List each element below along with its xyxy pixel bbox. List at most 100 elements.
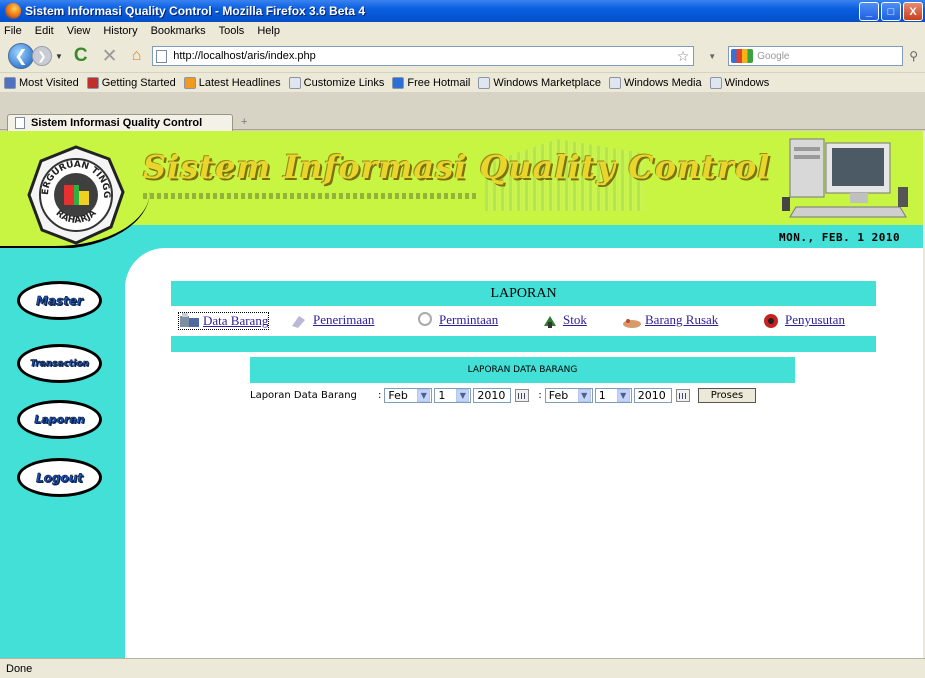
menu-view[interactable]: View [67, 25, 91, 37]
search-icon[interactable]: ⚲ [909, 49, 918, 63]
home-icon[interactable]: ⌂ [132, 47, 142, 65]
status-bar: Done [0, 658, 925, 678]
bookmark-item[interactable]: Latest Headlines [183, 76, 281, 89]
url-bar[interactable]: http://localhost/aris/index.php ☆ [152, 46, 695, 66]
link-penyusutan[interactable]: Penyusutan [761, 312, 845, 328]
stok-icon [544, 316, 556, 328]
status-text: Done [6, 662, 33, 675]
bookmark-item[interactable]: Customize Links [288, 76, 385, 89]
sidebar-logout-button[interactable]: Logout [17, 458, 102, 497]
web-page: PERGURUAN TINGGI RAHARJA Sistem Informas… [0, 131, 925, 658]
chevron-down-icon[interactable]: ▼ [417, 388, 431, 402]
to-year-input[interactable]: 2010 [633, 387, 672, 403]
from-calendar-icon[interactable] [515, 388, 530, 402]
bookmark-label: Latest Headlines [198, 76, 281, 89]
bookmark-label: Free Hotmail [407, 76, 471, 89]
menu-history[interactable]: History [103, 25, 137, 37]
from-day-select[interactable]: 1 ▼ [434, 387, 472, 403]
bookmark-icon [288, 76, 301, 89]
bookmark-label: Windows Marketplace [493, 76, 601, 89]
stop-icon[interactable]: ✕ [102, 45, 118, 68]
link-permintaan[interactable]: Permintaan [415, 312, 498, 328]
window-title: Sistem Informasi Quality Control - Mozil… [25, 4, 366, 18]
permintaan-icon [418, 312, 432, 326]
report-filter-row: Laporan Data Barang : Feb ▼ 1 ▼ 2010 : Feb… [250, 386, 757, 404]
reload-icon[interactable]: C [74, 45, 88, 67]
bookmark-label: Windows [724, 76, 770, 89]
chevron-down-icon[interactable]: ▼ [456, 388, 470, 402]
url-dropdown-icon[interactable]: ▼ [704, 52, 720, 61]
menu-bookmarks[interactable]: Bookmarks [151, 25, 206, 37]
bookmarks-toolbar: Most Visited Getting Started Latest Headli… [0, 72, 925, 92]
bookmark-star-icon[interactable]: ☆ [677, 48, 690, 65]
laporan-footer-bar [171, 336, 876, 352]
url-text: http://localhost/aris/index.php [173, 50, 316, 62]
menu-tools[interactable]: Tools [219, 25, 245, 37]
chevron-down-icon[interactable]: ▼ [577, 388, 591, 402]
search-input[interactable]: Google [728, 46, 904, 66]
bookmark-label: Windows Media [623, 76, 702, 89]
bookmark-item[interactable]: Most Visited [4, 76, 79, 89]
to-day-select[interactable]: 1 ▼ [594, 387, 632, 403]
chevron-down-icon[interactable]: ▼ [616, 388, 630, 402]
tab-page-icon [15, 117, 25, 129]
menu-edit[interactable]: Edit [35, 25, 54, 37]
penyusutan-icon [764, 314, 778, 328]
close-button[interactable]: X [903, 2, 923, 21]
menu-bar: File Edit View History Bookmarks Tools H… [0, 22, 925, 40]
bookmark-label: Getting Started [101, 76, 176, 89]
forward-button[interactable]: ❯ [32, 46, 52, 66]
history-dropdown-icon[interactable]: ▼ [55, 52, 63, 61]
bookmark-icon [478, 76, 491, 89]
link-data-barang[interactable]: Data Barang [178, 312, 270, 330]
sidebar-transaction-button[interactable]: Transaction [17, 344, 102, 383]
data-barang-icon [180, 313, 199, 327]
bookmark-item[interactable]: Windows Media [608, 76, 702, 89]
menu-help[interactable]: Help [257, 25, 280, 37]
bookmark-item[interactable]: Free Hotmail [392, 76, 471, 89]
bookmark-icon [709, 76, 722, 89]
bookmark-item[interactable]: Windows Marketplace [478, 76, 601, 89]
report-heading-bar: LAPORAN DATA BARANG [250, 357, 795, 383]
computer-icon [782, 138, 908, 218]
sidebar-master-button[interactable]: Master [17, 281, 102, 320]
menu-file[interactable]: File [4, 25, 22, 37]
to-calendar-icon[interactable] [675, 388, 690, 402]
from-month-select[interactable]: Feb ▼ [384, 387, 433, 403]
sidebar-laporan-button[interactable]: Laporan [17, 400, 102, 439]
bookmark-icon [608, 76, 621, 89]
laporan-menu: Data Barang Penerimaan Permintaan Stok B… [171, 309, 876, 339]
google-icon[interactable] [731, 49, 754, 63]
from-year-input[interactable]: 2010 [473, 387, 512, 403]
barang-rusak-icon [623, 319, 641, 328]
laporan-heading-bar: LAPORAN [171, 281, 876, 306]
tab-label: Sistem Informasi Quality Control [31, 117, 203, 129]
bookmark-label: Customize Links [303, 76, 385, 89]
link-stok[interactable]: Stok [539, 312, 587, 328]
minimize-button[interactable]: _ [859, 2, 879, 21]
bookmark-label: Most Visited [19, 76, 79, 89]
new-tab-button[interactable]: + [241, 116, 247, 128]
link-penerimaan[interactable]: Penerimaan [289, 312, 374, 328]
back-button[interactable]: ❮ [8, 43, 34, 69]
navigation-toolbar: ❮ ❯ ▼ C ✕ ⌂ http://localhost/aris/index.… [0, 40, 925, 72]
firefox-icon [5, 3, 21, 19]
bookmark-item[interactable]: Windows [709, 76, 770, 89]
tab-strip: Sistem Informasi Quality Control + [0, 92, 925, 131]
page-icon [156, 49, 168, 63]
link-barang-rusak[interactable]: Barang Rusak [621, 312, 718, 328]
report-heading: LAPORAN DATA BARANG [467, 365, 578, 375]
laporan-heading: LAPORAN [490, 285, 557, 301]
title-reflection [143, 193, 478, 199]
bookmark-icon [86, 76, 99, 89]
window-titlebar: Sistem Informasi Quality Control - Mozil… [0, 0, 925, 22]
bookmark-icon [183, 76, 196, 89]
bookmark-icon [4, 76, 16, 89]
tab-active[interactable]: Sistem Informasi Quality Control [7, 114, 233, 131]
filter-label: Laporan Data Barang [250, 389, 357, 401]
to-month-select[interactable]: Feb ▼ [544, 387, 593, 403]
maximize-button[interactable]: □ [881, 2, 901, 21]
bookmark-item[interactable]: Getting Started [86, 76, 176, 89]
bookmark-icon [392, 76, 405, 89]
proses-button[interactable]: Proses [697, 387, 757, 403]
